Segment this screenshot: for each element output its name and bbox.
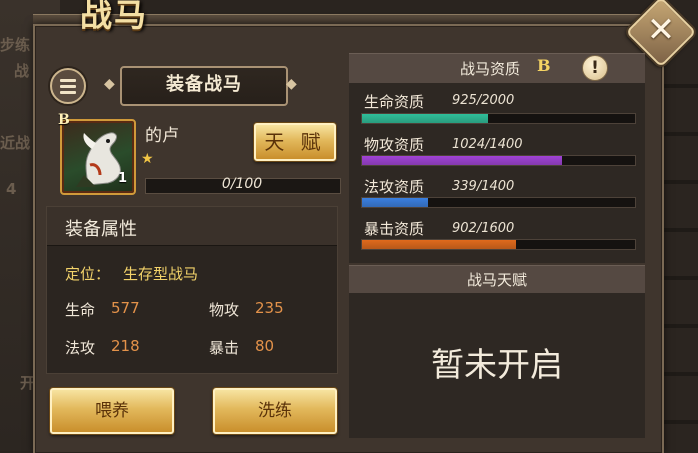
aptitude-bar-fill <box>362 240 516 249</box>
stat-label: 生命 <box>65 301 96 319</box>
aptitude-value: 925/2000 <box>452 93 515 108</box>
close-icon[interactable]: ✕ <box>636 7 686 53</box>
horse-name: 的卢 <box>145 126 179 146</box>
aptitude-label: 暴击资质 <box>364 220 425 238</box>
aptitude-bar <box>361 113 636 124</box>
stat-label: 法攻 <box>65 339 96 357</box>
banner-right-ornament: ◆ <box>286 76 297 92</box>
aptitude-bar-fill <box>362 156 562 165</box>
stat-value: 235 <box>255 299 284 317</box>
aptitude-grade: B <box>537 56 551 75</box>
background-text: 战 <box>14 62 30 80</box>
background-text: 近战 <box>0 134 31 152</box>
menu-icon[interactable] <box>50 68 86 104</box>
aptitude-bar <box>361 197 636 208</box>
attribute-box: 装备属性 定位： 生存型战马 生命 577 物攻 235 法攻 218 暴击 8… <box>46 206 338 374</box>
horse-talent-title: 战马天赋 <box>466 271 527 289</box>
section-banner: 装备战马 <box>120 66 288 106</box>
aptitude-label: 物攻资质 <box>364 136 425 154</box>
stat-value: 80 <box>255 337 275 355</box>
aptitude-bar-fill <box>362 114 489 123</box>
banner-left-ornament: ◆ <box>104 76 115 92</box>
aptitude-bar <box>361 155 636 166</box>
stat-label: 暴击 <box>209 339 240 357</box>
aptitude-value: 339/1400 <box>452 179 515 194</box>
position-label: 定位： <box>65 265 111 283</box>
background-text: 步练 <box>0 36 31 54</box>
feed-button[interactable]: 喂养 <box>50 388 174 434</box>
aptitude-bar-fill <box>362 198 429 207</box>
stat-label: 物攻 <box>209 301 240 319</box>
stat-value: 218 <box>111 337 140 355</box>
dialog-title: 战马 <box>80 0 149 34</box>
background-text: 4 <box>6 180 17 198</box>
attribute-header: 装备属性 <box>47 207 337 246</box>
exp-text: 0/100 <box>221 176 263 192</box>
stat-value: 577 <box>111 299 140 317</box>
info-icon[interactable]: ! <box>582 55 608 81</box>
refine-button[interactable]: 洗练 <box>213 388 337 434</box>
horse-talent-empty-text: 暂未开启 <box>431 345 563 384</box>
horse-grade-badge: B <box>58 112 70 128</box>
talent-button[interactable]: 天 赋 <box>254 123 336 161</box>
aptitude-title: 战马资质 <box>460 60 521 78</box>
aptitude-value: 1024/1400 <box>452 137 523 152</box>
attribute-title: 装备属性 <box>65 219 137 240</box>
aptitude-label: 生命资质 <box>364 93 425 111</box>
position-value: 生存型战马 <box>123 265 199 283</box>
aptitude-value: 902/1600 <box>452 221 515 236</box>
star-icon: ★ <box>141 151 154 167</box>
horse-level: 1 <box>118 171 128 186</box>
aptitude-bar <box>361 239 636 250</box>
section-title: 装备战马 <box>166 74 242 95</box>
aptitude-label: 法攻资质 <box>364 178 425 196</box>
